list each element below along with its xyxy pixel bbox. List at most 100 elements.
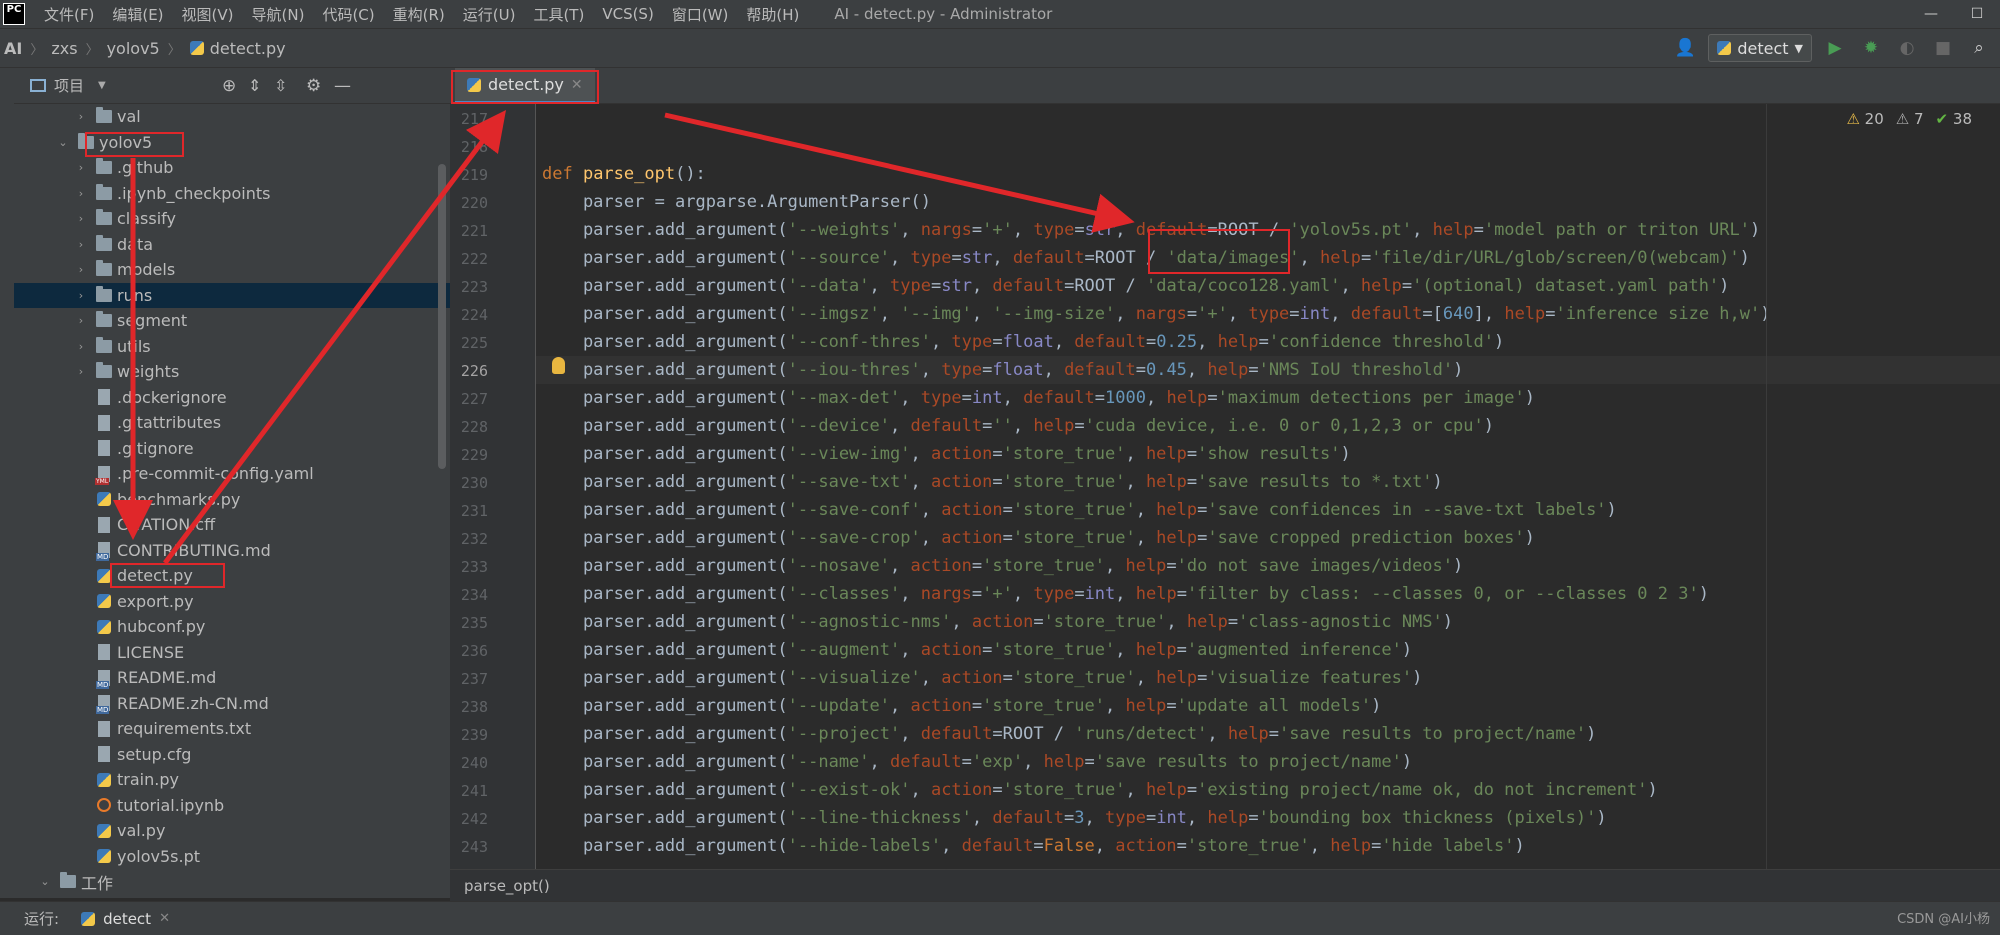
menu-navigate[interactable]: 导航(N) xyxy=(243,4,314,25)
run-icon[interactable]: ▶ xyxy=(1822,35,1848,61)
chevron-right-icon[interactable]: › xyxy=(74,289,88,302)
hide-icon[interactable]: — xyxy=(334,76,351,96)
gear-icon[interactable]: ⚙ xyxy=(306,76,321,96)
menu-file[interactable]: 文件(F) xyxy=(35,4,103,25)
stop-icon[interactable]: ■ xyxy=(1930,35,1956,61)
maximize-button[interactable]: ☐ xyxy=(1954,0,2000,28)
chevron-right-icon[interactable]: › xyxy=(74,340,88,353)
menu-run[interactable]: 运行(U) xyxy=(454,4,525,25)
tree-item-runs[interactable]: › runs xyxy=(14,282,450,308)
breadcrumb-project[interactable]: AI xyxy=(4,39,22,58)
chevron-down-icon[interactable]: ⌄ xyxy=(56,136,70,149)
tree-item-yolov5[interactable]: ⌄ yolov5 xyxy=(14,130,450,155)
project-scrollbar[interactable] xyxy=(438,164,446,469)
tree-item-contributing-md[interactable]: CONTRIBUTING.md xyxy=(14,538,450,563)
code-line: parser.add_argument('--augment', action=… xyxy=(542,636,1412,664)
tree-item-ipynb-checkpoints[interactable]: › .ipynb_checkpoints xyxy=(14,181,450,206)
tree-item-setup-cfg[interactable]: setup.cfg xyxy=(14,742,450,767)
menu-refactor[interactable]: 重构(R) xyxy=(384,4,454,25)
chevron-right-icon[interactable]: › xyxy=(74,187,88,200)
code-breadcrumb[interactable]: parse_opt() xyxy=(450,869,2000,901)
tree-item-citation-cff[interactable]: CITATION.cff xyxy=(14,512,450,537)
chevron-right-icon[interactable]: › xyxy=(74,238,88,251)
tree-item-val[interactable]: › val xyxy=(14,104,450,129)
code-token: default xyxy=(890,752,962,772)
code-token: 'file/dir/URL/glob/screen/0(webcam)' xyxy=(1371,248,1740,268)
tree-item-hubconf-py[interactable]: hubconf.py xyxy=(14,614,450,639)
code-token: , xyxy=(1115,220,1136,240)
code-token: , xyxy=(1053,332,1075,352)
tree-item-gitattributes[interactable]: .gitattributes xyxy=(14,410,450,435)
chevron-right-icon[interactable]: › xyxy=(74,110,88,123)
tree-item-工作[interactable]: ⌄ 工作 xyxy=(14,869,450,894)
code-token: '--hide-labels' xyxy=(787,836,942,856)
code-token: , xyxy=(1207,724,1228,744)
lightbulb-icon[interactable] xyxy=(552,357,565,374)
line-number: 222 xyxy=(460,250,488,268)
tree-item-data[interactable]: › data xyxy=(14,232,450,257)
chevron-down-icon[interactable]: ⌄ xyxy=(38,875,52,888)
tree-item-yolov5s-pt[interactable]: yolov5s.pt xyxy=(14,844,450,869)
menu-view[interactable]: 视图(V) xyxy=(173,4,243,25)
menu-code[interactable]: 代码(C) xyxy=(313,4,383,25)
tree-item-val-py[interactable]: val.py xyxy=(14,818,450,843)
tree-item-detect-py[interactable]: detect.py xyxy=(14,563,450,588)
chevron-right-icon[interactable]: › xyxy=(74,314,88,327)
tree-item-readme-md[interactable]: README.md xyxy=(14,665,450,690)
tree-item-weights[interactable]: › weights xyxy=(14,359,450,384)
tree-item-segment[interactable]: › segment xyxy=(14,308,450,333)
coverage-icon[interactable]: ◐ xyxy=(1894,35,1920,61)
breadcrumb-detect-py[interactable]: detect.py xyxy=(210,39,286,58)
user-icon[interactable]: 👤 xyxy=(1672,35,1698,61)
tree-item-requirements-txt[interactable]: requirements.txt xyxy=(14,716,450,741)
code-token: help xyxy=(1156,528,1198,548)
annotation-box-tab xyxy=(451,70,599,104)
tree-item-utils[interactable]: › utils xyxy=(14,334,450,359)
warning-icon: ⚠ xyxy=(1846,110,1860,128)
breadcrumb-yolov5[interactable]: yolov5 xyxy=(107,39,160,58)
tree-item-classify[interactable]: › classify xyxy=(14,206,450,231)
chevron-right-icon[interactable]: › xyxy=(74,263,88,276)
code-token: parser.add_argument( xyxy=(542,416,788,436)
tree-item-github[interactable]: › .github xyxy=(14,155,450,180)
tree-item-gitignore[interactable]: .gitignore xyxy=(14,436,450,461)
tree-item-benchmarks-py[interactable]: benchmarks.py xyxy=(14,487,450,512)
menu-tools[interactable]: 工具(T) xyxy=(524,4,593,25)
debug-icon[interactable]: ✹ xyxy=(1858,35,1884,61)
run-config-dropdown[interactable]: detect ▼ xyxy=(1708,34,1812,62)
code-token: '--data' xyxy=(787,276,870,296)
tree-item-models[interactable]: › models xyxy=(14,257,450,282)
minimize-button[interactable]: — xyxy=(1908,0,1954,28)
run-tab-detect[interactable]: detect xyxy=(103,910,151,928)
breadcrumb-function[interactable]: parse_opt() xyxy=(464,877,550,895)
chevron-right-icon[interactable]: › xyxy=(74,212,88,225)
tree-item-license[interactable]: LICENSE xyxy=(14,640,450,665)
dropdown-arrow-icon[interactable]: ▼ xyxy=(98,80,106,91)
tree-item-tutorial-ipynb[interactable]: tutorial.ipynb xyxy=(14,793,450,818)
locate-icon[interactable]: ⊕ xyxy=(222,76,236,96)
project-panel-title[interactable]: 项目 xyxy=(54,75,84,96)
line-number: 226 xyxy=(460,362,488,380)
tree-item-pre-commit-config-yaml[interactable]: .pre-commit-config.yaml xyxy=(14,461,450,486)
close-icon[interactable]: ✕ xyxy=(159,911,170,926)
collapse-all-icon[interactable]: ⇳ xyxy=(274,76,287,95)
tree-item-train-py[interactable]: train.py xyxy=(14,767,450,792)
menu-vcs[interactable]: VCS(S) xyxy=(593,5,662,23)
code-editor[interactable]: def parse_opt(): parser = argparse.Argum… xyxy=(536,104,2000,869)
tree-item-export-py[interactable]: export.py xyxy=(14,589,450,614)
menu-edit[interactable]: 编辑(E) xyxy=(103,4,172,25)
code-token: '+' xyxy=(1197,304,1228,324)
menu-help[interactable]: 帮助(H) xyxy=(737,4,808,25)
code-token: = xyxy=(1033,612,1044,632)
tree-item-dockerignore[interactable]: .dockerignore xyxy=(14,385,450,410)
expand-all-icon[interactable]: ⇕ xyxy=(248,76,261,95)
folder-icon xyxy=(96,336,112,355)
code-token: 'model path or triton URL' xyxy=(1483,220,1750,240)
chevron-right-icon[interactable]: › xyxy=(74,365,88,378)
menu-window[interactable]: 窗口(W) xyxy=(663,4,738,25)
chevron-right-icon[interactable]: › xyxy=(74,161,88,174)
breadcrumb-zxs[interactable]: zxs xyxy=(51,39,77,58)
search-icon[interactable]: ⌕ xyxy=(1966,35,1992,61)
inspection-widget[interactable]: ⚠ 20 ⚠ 7 ✔ 38 xyxy=(1846,110,1972,128)
tree-item-readme-zh-cn-md[interactable]: README.zh-CN.md xyxy=(14,691,450,716)
